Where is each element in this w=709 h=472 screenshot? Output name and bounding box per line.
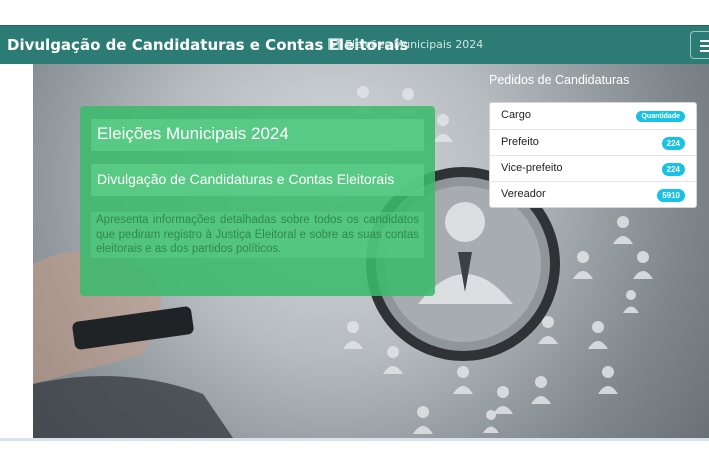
edit-icon [328, 38, 341, 50]
subnav-label: Eleições Municipais 2024 [345, 38, 484, 51]
requests-panel: Cargo Quantidade Prefeito 224 Vice-prefe… [489, 102, 697, 208]
request-row-prefeito[interactable]: Prefeito 224 [490, 129, 696, 155]
hero-subtitle: Divulgação de Candidaturas e Contas Elei… [91, 164, 424, 196]
bottom-divider [0, 438, 709, 441]
request-row-vereador[interactable]: Vereador 5910 [490, 181, 696, 207]
request-row-vice-prefeito[interactable]: Vice-prefeito 224 [490, 155, 696, 181]
top-navbar: Divulgação de Candidaturas e Contas Elei… [0, 25, 709, 64]
request-row-label: Prefeito [501, 136, 539, 148]
cargo-header: Cargo [501, 109, 531, 121]
hero-description: Apresenta informações detalhadas sobre t… [91, 212, 424, 258]
hero-title: Eleições Municipais 2024 [91, 119, 424, 151]
hero-info-box: Eleições Municipais 2024 Divulgação de C… [80, 106, 435, 296]
menu-toggle-button[interactable] [690, 31, 709, 59]
subnav-link[interactable]: Eleições Municipais 2024 [328, 37, 483, 51]
requests-header-row: Cargo Quantidade [490, 103, 696, 129]
request-row-label: Vice-prefeito [501, 162, 563, 174]
quantidade-badge: Quantidade [636, 111, 685, 122]
count-badge: 224 [661, 163, 685, 176]
hamburger-icon [700, 40, 709, 42]
request-row-label: Vereador [501, 188, 546, 200]
hero-banner: Eleições Municipais 2024 Divulgação de C… [33, 64, 709, 438]
count-badge: 5910 [657, 189, 685, 202]
count-badge: 224 [661, 137, 685, 150]
requests-panel-title: Pedidos de Candidaturas [489, 73, 630, 87]
